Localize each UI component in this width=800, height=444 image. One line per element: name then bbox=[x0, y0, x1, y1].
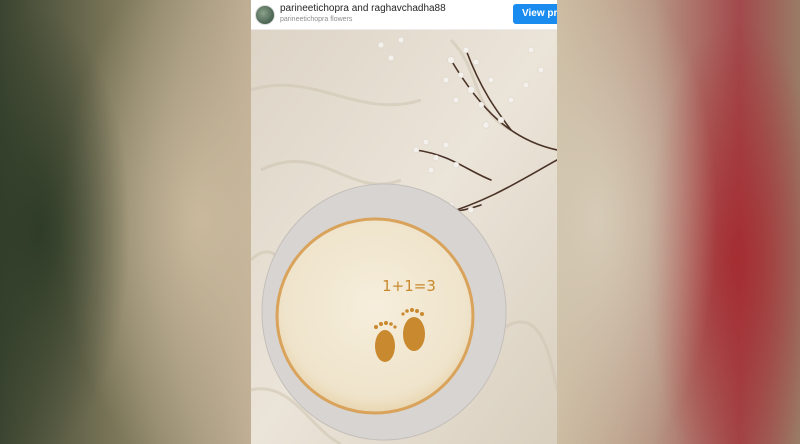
blurred-background-right bbox=[557, 0, 800, 444]
blurred-background-left bbox=[0, 0, 251, 444]
post-usernames[interactable]: parineetichopra and raghavchadha88 bbox=[280, 4, 446, 14]
instagram-embed: parineetichopra and raghavchadha88 parin… bbox=[251, 0, 557, 444]
post-photo: 1+1=3 bbox=[251, 30, 557, 444]
cake bbox=[275, 217, 475, 415]
view-profile-button[interactable]: View profile bbox=[513, 4, 557, 24]
post-header: parineetichopra and raghavchadha88 parin… bbox=[251, 0, 557, 30]
cake-text: 1+1=3 bbox=[382, 277, 436, 295]
post-header-text: parineetichopra and raghavchadha88 parin… bbox=[280, 4, 446, 24]
avatar-icon[interactable] bbox=[255, 4, 275, 25]
post-subline: parineetichopra flowers bbox=[280, 16, 353, 23]
